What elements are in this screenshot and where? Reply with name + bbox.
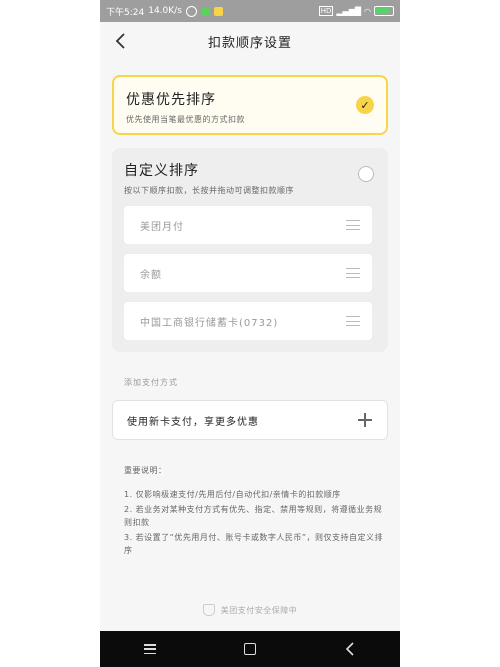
custom-sort-option[interactable]: 自定义排序 按以下顺序扣款，长按并拖动可调整扣款顺序 美团月付 余额 中国工商银… bbox=[112, 148, 388, 352]
system-back-button[interactable] bbox=[330, 634, 370, 664]
status-bar: 下午5:24 14.0K/s HD ▂▄▆█ ◠ bbox=[100, 0, 400, 22]
radio-icon[interactable] bbox=[358, 166, 374, 182]
drag-handle-icon[interactable] bbox=[346, 220, 360, 230]
back-arrow-icon bbox=[345, 642, 354, 656]
note-item: 1. 仅影响极速支付/先用后付/自动代扣/亲情卡的扣款顺序 bbox=[124, 490, 341, 499]
preferred-sort-title: 优惠优先排序 bbox=[126, 92, 216, 108]
important-notes: 重要说明： 1. 仅影响极速支付/先用后付/自动代扣/亲情卡的扣款顺序 2. 若… bbox=[124, 465, 384, 559]
custom-sort-subtitle: 按以下顺序扣款，长按并拖动可调整扣款顺序 bbox=[124, 186, 294, 195]
page-title: 扣款顺序设置 bbox=[207, 35, 292, 51]
app-icon bbox=[213, 6, 223, 16]
add-payment-section-label: 添加支付方式 bbox=[124, 378, 178, 387]
preferred-sort-subtitle: 优先使用当笔最优惠的方式扣款 bbox=[126, 115, 245, 124]
notification-icon bbox=[185, 5, 197, 17]
payment-method-label: 美团月付 bbox=[140, 221, 184, 233]
system-nav-bar bbox=[100, 631, 400, 667]
payment-method-list: 美团月付 余额 中国工商银行储蓄卡(0732) bbox=[124, 206, 372, 350]
nav-header: 扣款顺序设置 bbox=[100, 22, 400, 60]
security-text: 美团支付安全保障中 bbox=[220, 605, 298, 615]
shield-icon bbox=[202, 604, 215, 616]
recent-apps-button[interactable] bbox=[130, 634, 170, 664]
payment-method-item[interactable]: 美团月付 bbox=[124, 206, 372, 244]
note-item: 3. 若设置了“优先用月付、账号卡或数字人民币”，则仅支持自定义排序 bbox=[124, 533, 383, 555]
wifi-icon: ◠ bbox=[364, 6, 371, 16]
drag-handle-icon[interactable] bbox=[346, 268, 360, 278]
status-time: 下午5:24 bbox=[106, 7, 145, 18]
add-new-card-button[interactable]: 使用新卡支付，享更多优惠 bbox=[112, 400, 388, 440]
plus-icon bbox=[357, 412, 373, 428]
wechat-icon bbox=[200, 6, 210, 16]
battery-icon bbox=[374, 6, 394, 16]
preferred-sort-option[interactable]: 优惠优先排序 优先使用当笔最优惠的方式扣款 ✓ bbox=[112, 75, 388, 135]
payment-method-label: 中国工商银行储蓄卡(0732) bbox=[140, 317, 279, 329]
home-icon bbox=[244, 643, 256, 655]
payment-method-item[interactable]: 余额 bbox=[124, 254, 372, 292]
note-item: 2. 若业务对某种支付方式有优先、指定、禁用等规则，将遵循业务规则扣款 bbox=[124, 505, 383, 527]
home-button[interactable] bbox=[230, 634, 270, 664]
menu-icon bbox=[144, 644, 156, 654]
signal-icon: ▂▄▆█ bbox=[336, 6, 362, 16]
payment-method-label: 余额 bbox=[140, 269, 162, 281]
check-icon: ✓ bbox=[356, 96, 374, 114]
network-badge: HD bbox=[318, 6, 334, 16]
security-footer: 美团支付安全保障中 bbox=[100, 604, 400, 616]
notes-title: 重要说明： bbox=[124, 466, 167, 475]
status-speed: 14.0K/s bbox=[148, 6, 182, 16]
drag-handle-icon[interactable] bbox=[346, 316, 360, 326]
phone-screen: 下午5:24 14.0K/s HD ▂▄▆█ ◠ 扣款顺序设置 优惠优先排序 优… bbox=[100, 0, 400, 667]
add-new-card-label: 使用新卡支付，享更多优惠 bbox=[127, 416, 259, 428]
back-button[interactable] bbox=[110, 31, 130, 51]
custom-sort-title: 自定义排序 bbox=[124, 163, 199, 179]
chevron-left-icon bbox=[115, 33, 125, 49]
payment-method-item[interactable]: 中国工商银行储蓄卡(0732) bbox=[124, 302, 372, 340]
